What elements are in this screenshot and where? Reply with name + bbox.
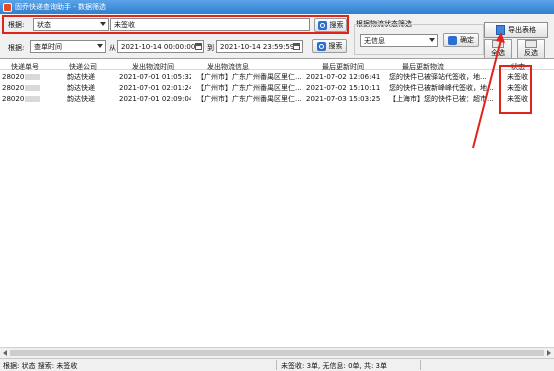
- scroll-left-icon[interactable]: [3, 350, 7, 356]
- status-separator: [276, 360, 277, 370]
- scroll-right-icon[interactable]: [547, 350, 551, 356]
- status-separator: [420, 360, 421, 370]
- scroll-thumb[interactable]: [10, 350, 544, 356]
- status-filter-summary: 根据: 状态 搜索: 未签收: [3, 362, 78, 370]
- horizontal-scrollbar[interactable]: [0, 347, 554, 357]
- annotation-arrow: [472, 32, 505, 149]
- status-bar: 根据: 状态 搜索: 未签收 未签收: 3单, 无信息: 0单, 共: 3单: [0, 358, 554, 371]
- status-count-summary: 未签收: 3单, 无信息: 0单, 共: 3单: [281, 362, 388, 370]
